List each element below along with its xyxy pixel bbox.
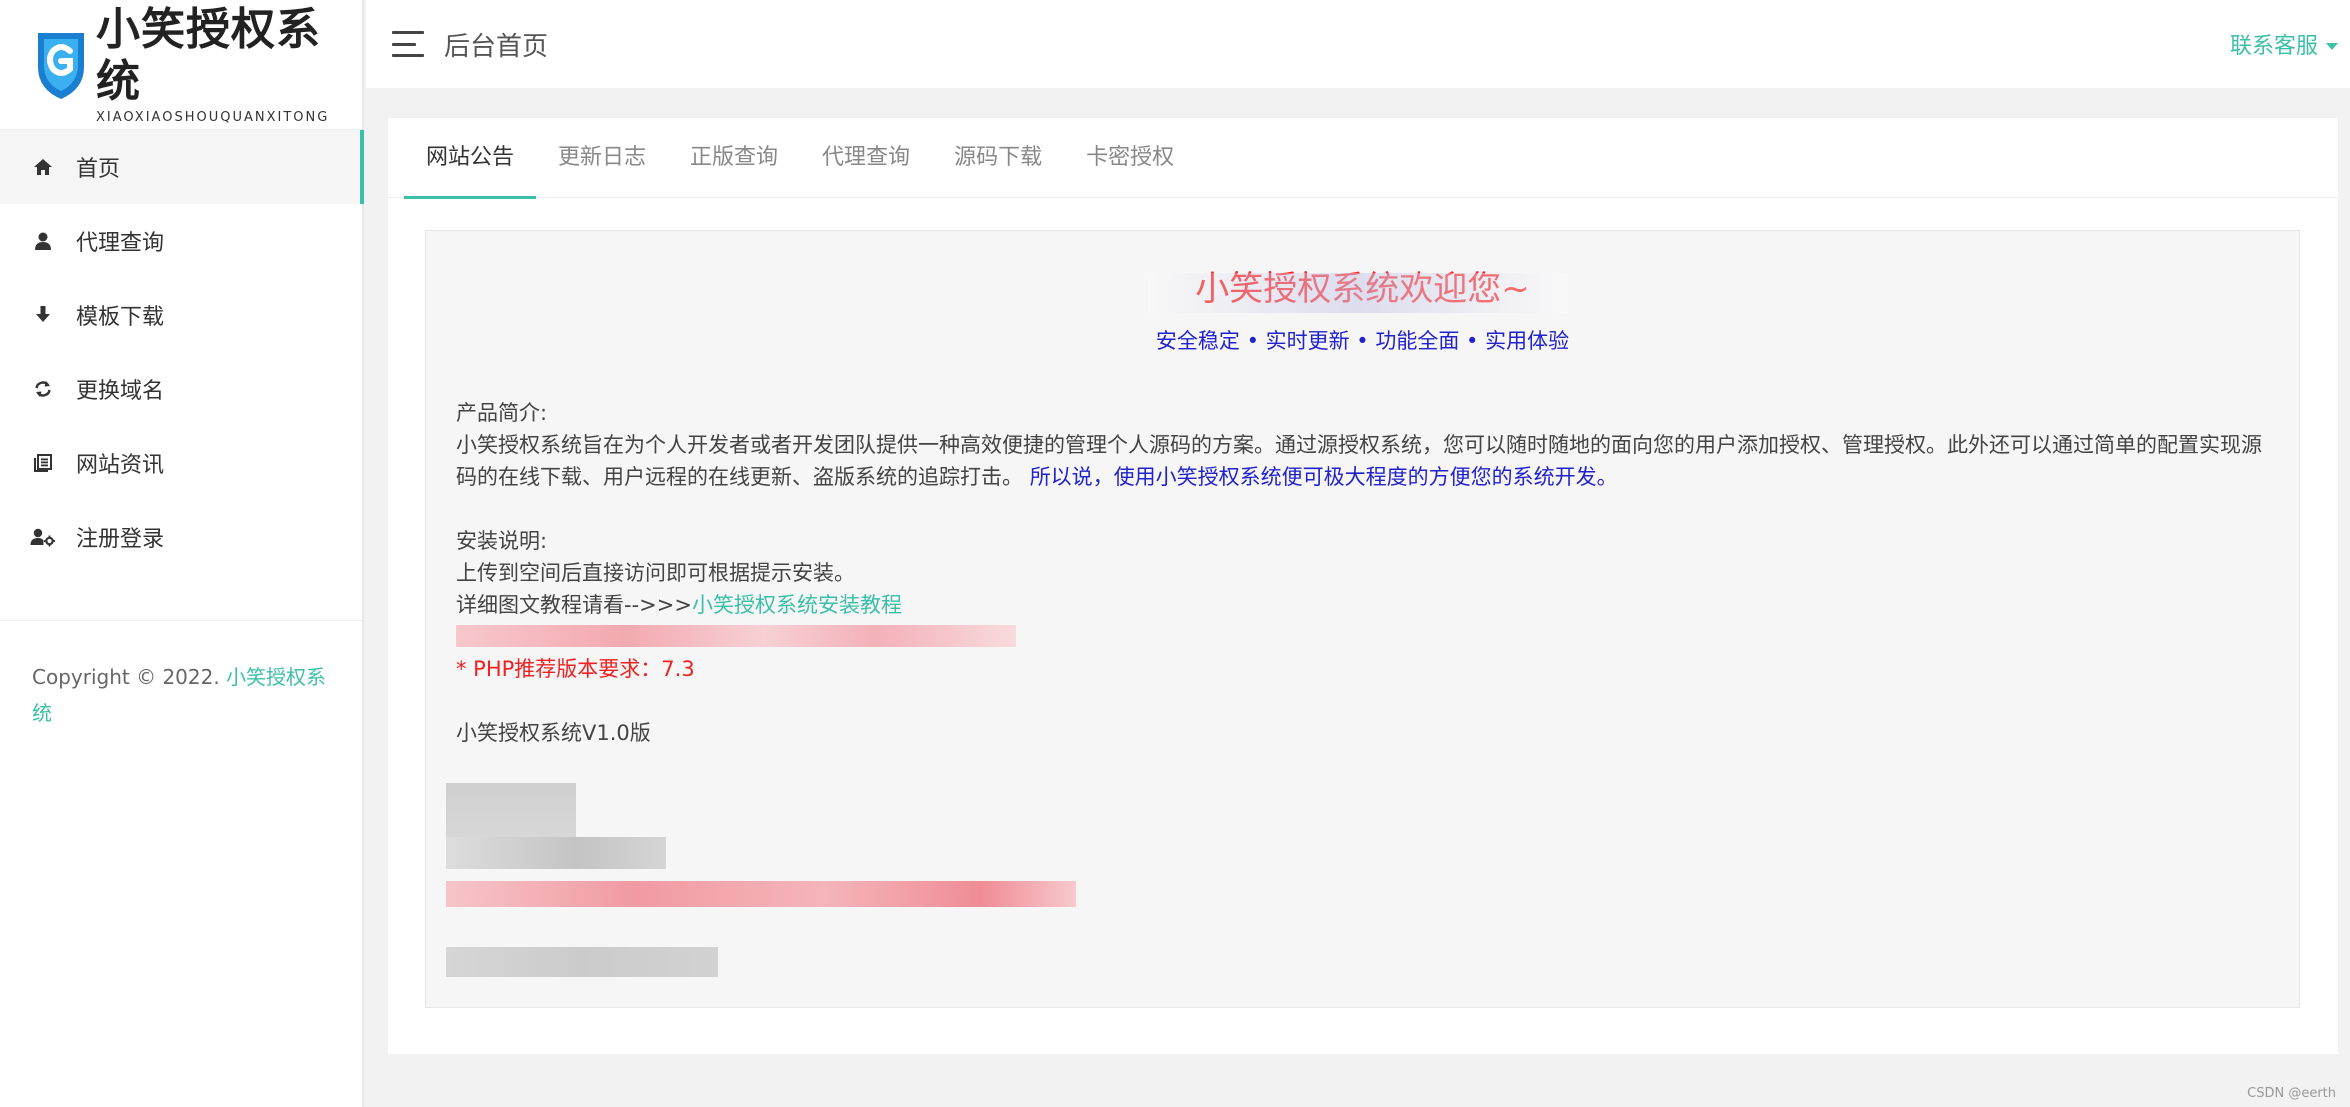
- php-version-note: * PHP推荐版本要求：7.3: [456, 657, 695, 681]
- shield-logo-icon: [34, 27, 88, 103]
- intro-paragraph: 小笑授权系统旨在为个人开发者或者开发团队提供一种高效便捷的管理个人源码的方案。通…: [456, 429, 2271, 493]
- sidebar-item-label: 网站资讯: [76, 453, 165, 478]
- install-tutorial-prefix: 详细图文教程请看-->>>: [456, 593, 692, 617]
- tab-genuine-query[interactable]: 正版查询: [668, 118, 800, 198]
- install-tutorial-link[interactable]: 小笑授权系统安装教程: [692, 593, 902, 617]
- sidebar-item-home[interactable]: 首页: [0, 130, 364, 204]
- tab-bar: 网站公告 更新日志 正版查询 代理查询 源码下载 卡密授权: [388, 118, 2338, 199]
- tab-source-download[interactable]: 源码下载: [932, 118, 1064, 198]
- sidebar-item-label: 代理查询: [76, 231, 165, 256]
- sidebar-item-template-download[interactable]: 模板下载: [0, 278, 362, 352]
- sidebar-item-label: 模板下载: [76, 305, 165, 330]
- sidebar-item-change-domain[interactable]: 更换域名: [0, 352, 362, 426]
- version-label: 小笑授权系统V1.0版: [456, 721, 651, 745]
- home-icon: [30, 154, 56, 180]
- chevron-down-icon: [2326, 42, 2338, 50]
- menu-toggle-icon[interactable]: [392, 31, 424, 57]
- install-tutorial-line: 详细图文教程请看-->>>小笑授权系统安装教程: [456, 589, 2271, 621]
- sidebar-item-label: 注册登录: [76, 527, 165, 552]
- announcement-panel: 小笑授权系统欢迎您~ 安全稳定 • 实时更新 • 功能全面 • 实用体验 产品简…: [425, 230, 2300, 1008]
- contact-support-dropdown[interactable]: 联系客服: [2230, 28, 2338, 60]
- redacted-image: [446, 783, 576, 843]
- user-settings-icon: [30, 524, 56, 550]
- logo-title: 小笑授权系统: [96, 4, 321, 107]
- watermark: CSDN @eerth: [2247, 1086, 2336, 1101]
- logo[interactable]: 小笑授权系统 XIAOXIAOSHOUQUANXITONG: [0, 0, 362, 130]
- sidebar-nav: 首页 代理查询 模板下载 更换域名 网站资讯 注册登录: [0, 130, 364, 574]
- news-icon: [30, 450, 56, 476]
- user-icon: [30, 228, 56, 254]
- intro-heading: 产品简介:: [456, 401, 548, 425]
- intro-highlight: 所以说，使用小笑授权系统便可极大程度的方便您的系统开发。: [1029, 465, 1618, 489]
- top-header: 后台首页 联系客服: [366, 0, 2350, 88]
- announcement-content: 产品简介: 小笑授权系统旨在为个人开发者或者开发团队提供一种高效便捷的管理个人源…: [456, 397, 2271, 749]
- contact-support-label: 联系客服: [2229, 34, 2318, 59]
- logo-subtitle: XIAOXIAOSHOUQUANXITONG: [96, 110, 330, 125]
- refresh-icon: [30, 376, 56, 402]
- sidebar: 小笑授权系统 XIAOXIAOSHOUQUANXITONG 首页 代理查询 模板…: [0, 0, 364, 1107]
- sidebar-item-site-news[interactable]: 网站资讯: [0, 426, 362, 500]
- redacted-overlay: [1148, 273, 1568, 313]
- copyright-text: Copyright © 2022.: [32, 665, 220, 689]
- tagline: 安全稳定 • 实时更新 • 功能全面 • 实用体验: [1155, 329, 1570, 353]
- sidebar-item-agent-query[interactable]: 代理查询: [0, 204, 362, 278]
- page-title: 后台首页: [444, 31, 549, 62]
- install-line: 上传到空间后直接访问即可根据提示安装。: [456, 561, 855, 585]
- tab-card-key-authorization[interactable]: 卡密授权: [1064, 118, 1196, 198]
- main-card: 网站公告 更新日志 正版查询 代理查询 源码下载 卡密授权 小笑授权系统欢迎您~…: [388, 118, 2338, 1054]
- download-icon: [30, 302, 56, 328]
- redacted-text: [446, 881, 1076, 907]
- redacted-text: [456, 625, 1016, 647]
- sidebar-item-label: 首页: [76, 157, 121, 182]
- sidebar-item-label: 更换域名: [76, 379, 165, 404]
- tab-site-announcement[interactable]: 网站公告: [404, 118, 537, 199]
- install-heading: 安装说明:: [456, 529, 548, 553]
- tab-agent-query[interactable]: 代理查询: [800, 118, 932, 198]
- tab-update-log[interactable]: 更新日志: [536, 118, 668, 198]
- copyright: Copyright © 2022. 小笑授权系统: [0, 621, 362, 731]
- sidebar-item-register-login[interactable]: 注册登录: [0, 500, 362, 574]
- redacted-text: [446, 837, 666, 869]
- redacted-text: [446, 947, 718, 977]
